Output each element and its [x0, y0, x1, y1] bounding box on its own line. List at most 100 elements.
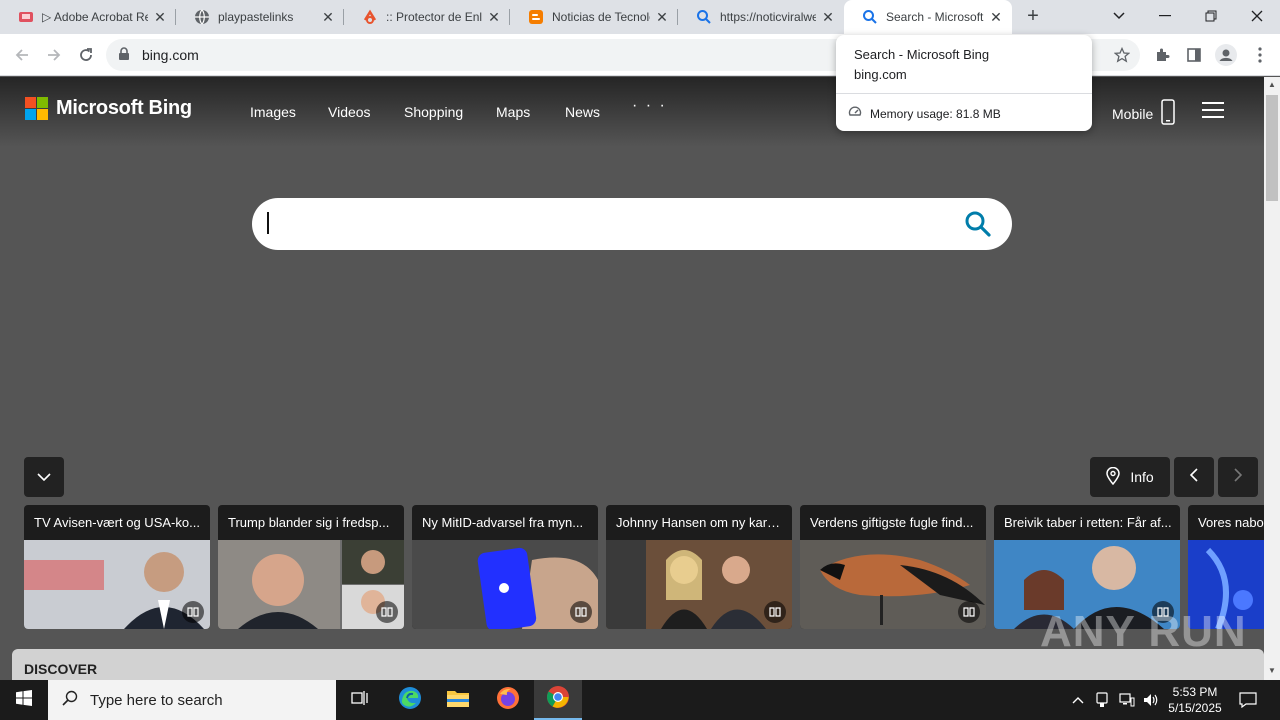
tab-close-icon[interactable]: ✕ [988, 9, 1004, 25]
read-icon [182, 601, 204, 623]
tab-title: playpastelinks [218, 10, 294, 24]
gauge-icon [848, 105, 862, 122]
tab-title: https://noticviralweb [720, 10, 816, 24]
tab-hover-card: Search - Microsoft Bing bing.com Memory … [836, 35, 1092, 131]
news-card-title[interactable]: Trump blander sig i fredsp... [228, 515, 396, 530]
tab-close-icon[interactable]: ✕ [152, 9, 168, 25]
close-window-button[interactable] [1234, 0, 1280, 32]
nav-videos[interactable]: Videos [328, 104, 371, 120]
search-input[interactable] [266, 210, 946, 238]
collapse-button[interactable] [24, 457, 64, 497]
bing-search-icon [696, 9, 712, 25]
nav-news[interactable]: News [565, 104, 600, 120]
taskbar-firefox[interactable] [484, 680, 532, 720]
forward-button[interactable] [40, 41, 68, 69]
news-card-title[interactable]: Verdens giftigste fugle find... [810, 515, 978, 530]
news-card-title[interactable]: Ny MitID-advarsel fra myn... [422, 515, 590, 530]
clock-time: 5:53 PM [1172, 685, 1218, 699]
read-icon [764, 601, 786, 623]
nav-maps[interactable]: Maps [496, 104, 530, 120]
profile-avatar-icon[interactable] [1212, 41, 1240, 69]
tab-search-chevron-icon[interactable] [1096, 0, 1142, 32]
discover-heading: DISCOVER [24, 661, 98, 677]
news-card[interactable]: Verdens giftigste fugle find... [800, 505, 986, 629]
tab-playpastelinks[interactable]: playpastelinks ✕ [176, 0, 344, 34]
tab-noticias-tecnologia[interactable]: Noticias de Tecnología ✕ [510, 0, 678, 34]
search-box[interactable] [252, 198, 1012, 250]
read-icon [376, 601, 398, 623]
taskbar-chrome[interactable] [534, 680, 582, 720]
tab-protector-enlaces[interactable]: :: Protector de Enlaces ✕ [344, 0, 510, 34]
side-panel-icon[interactable] [1180, 41, 1208, 69]
tab-title: Noticias de Tecnología [552, 10, 650, 24]
taskbar-search-box[interactable]: Type here to search [48, 680, 336, 720]
news-card-title[interactable]: Breivik taber i retten: Får af... [1004, 515, 1172, 530]
tab-close-icon[interactable]: ✕ [820, 9, 836, 25]
previous-image-button[interactable] [1174, 457, 1214, 497]
hover-card-title: Search - Microsoft Bing [854, 47, 990, 62]
bing-logo[interactable]: Microsoft Bing [25, 97, 192, 120]
network-icon[interactable] [1116, 680, 1138, 720]
tab-adobe-acrobat[interactable]: ▷ Adobe Acrobat Reader ✕ [0, 0, 176, 34]
task-view-button[interactable] [336, 680, 384, 720]
device-icon[interactable] [1092, 680, 1112, 720]
chevron-right-icon [1234, 467, 1243, 487]
volume-icon[interactable] [1140, 680, 1162, 720]
news-card[interactable]: TV Avisen-vært og USA-ko... [24, 505, 210, 629]
tab-close-icon[interactable]: ✕ [654, 9, 670, 25]
browser-menu-icon[interactable] [1246, 41, 1274, 69]
tab-close-icon[interactable]: ✕ [320, 9, 336, 25]
scrollbar-thumb[interactable] [1266, 95, 1278, 201]
folder-icon [446, 688, 470, 713]
extensions-puzzle-icon[interactable] [1148, 41, 1176, 69]
windows-taskbar: Type here to search 5:53 PM 5/15/2025 [0, 680, 1280, 720]
taskbar-clock[interactable]: 5:53 PM 5/15/2025 [1160, 684, 1230, 716]
bing-search-icon [862, 9, 878, 25]
show-hidden-icons-chevron-icon[interactable] [1068, 680, 1088, 720]
link-icon [362, 9, 378, 25]
url-text[interactable]: bing.com [142, 47, 199, 63]
tab-strip: ▷ Adobe Acrobat Reader ✕ playpastelinks … [0, 0, 1280, 34]
nav-shopping[interactable]: Shopping [404, 104, 463, 120]
back-button[interactable] [8, 41, 36, 69]
tab-bing-search[interactable]: Search - Microsoft Bing ✕ [844, 0, 1012, 34]
news-card-title[interactable]: Vores nabo [1198, 515, 1264, 530]
page-scrollbar[interactable]: ▲ ▼ [1264, 77, 1280, 680]
new-tab-button[interactable]: + [1022, 5, 1044, 27]
info-button[interactable]: Info [1090, 457, 1170, 497]
logo-text: Microsoft Bing [56, 97, 192, 119]
news-card[interactable]: Trump blander sig i fredsp... [218, 505, 404, 629]
microsoft-logo-icon [25, 97, 48, 120]
lock-icon[interactable] [118, 47, 130, 66]
next-image-button[interactable] [1218, 457, 1258, 497]
mobile-link[interactable]: Mobile [1112, 99, 1175, 128]
task-view-icon [351, 690, 369, 711]
scroll-up-arrow-icon[interactable]: ▲ [1268, 81, 1276, 89]
chevron-down-icon [37, 468, 51, 486]
memory-usage-text: Memory usage: 81.8 MB [870, 106, 1001, 121]
news-card-title[interactable]: Johnny Hansen om ny karri... [616, 515, 784, 530]
nav-more[interactable]: · · · [632, 97, 667, 115]
phone-icon [1161, 99, 1175, 128]
taskbar-file-explorer[interactable] [434, 680, 482, 720]
news-card-title[interactable]: TV Avisen-vært og USA-ko... [34, 515, 202, 530]
taskbar-search-placeholder: Type here to search [90, 691, 223, 709]
tab-close-icon[interactable]: ✕ [486, 9, 502, 25]
reload-button[interactable] [72, 41, 100, 69]
bing-page: Microsoft Bing Images Videos Shopping Ma… [0, 77, 1264, 680]
anyrun-watermark: ANY RUN [1040, 607, 1247, 656]
news-card[interactable]: Johnny Hansen om ny karri... [606, 505, 792, 629]
tab-noticviralweb[interactable]: https://noticviralweb ✕ [678, 0, 844, 34]
minimize-button[interactable] [1142, 0, 1188, 32]
nav-images[interactable]: Images [250, 104, 296, 120]
news-card[interactable]: Ny MitID-advarsel fra myn... [412, 505, 598, 629]
hamburger-menu-icon[interactable] [1202, 102, 1224, 118]
scroll-down-arrow-icon[interactable]: ▼ [1268, 667, 1276, 675]
restore-button[interactable] [1188, 0, 1234, 32]
search-icon[interactable] [964, 210, 992, 238]
notification-icon[interactable] [1236, 680, 1260, 720]
bookmark-star-icon[interactable] [1108, 41, 1136, 69]
start-button[interactable] [0, 680, 48, 720]
firefox-icon [496, 686, 520, 715]
taskbar-edge[interactable] [386, 680, 434, 720]
